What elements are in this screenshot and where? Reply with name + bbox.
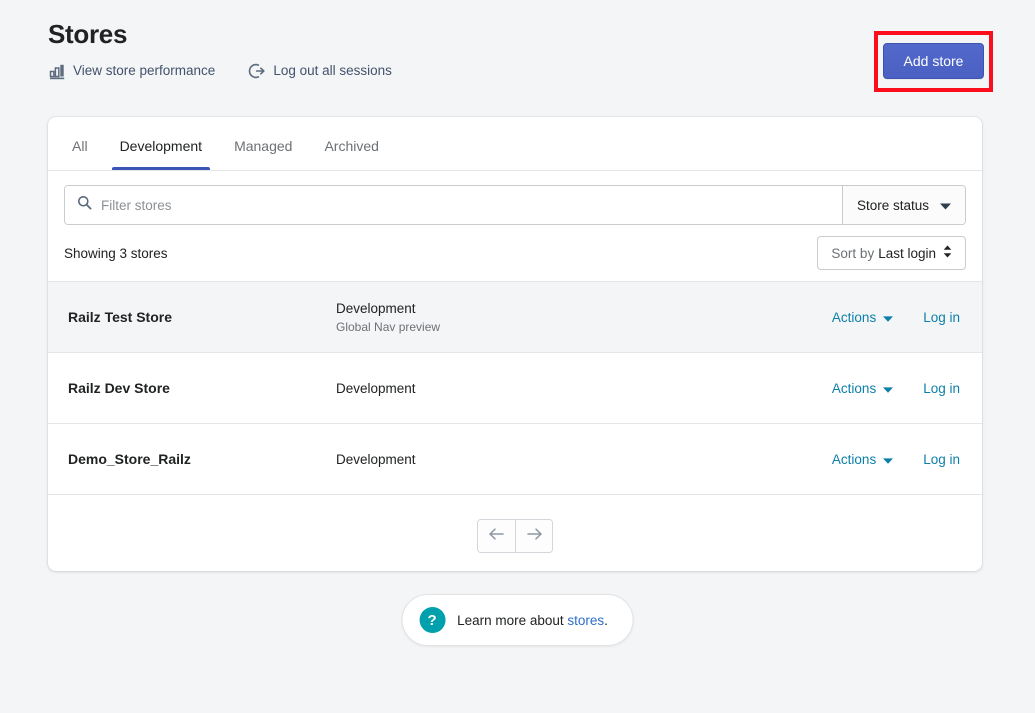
table-row[interactable]: Demo_Store_Railz Development Actions Log… <box>48 423 982 494</box>
log-in-link[interactable]: Log in <box>923 381 960 396</box>
store-row-actions: Actions Log in <box>832 310 960 325</box>
store-plan-title: Development <box>336 380 416 396</box>
actions-label: Actions <box>831 309 877 325</box>
store-plan-title: Development <box>336 300 416 316</box>
question-mark-icon: ? <box>419 607 446 633</box>
view-store-performance-link[interactable]: View store performance <box>48 62 215 80</box>
chevron-down-icon <box>940 198 951 213</box>
tab-managed[interactable]: Managed <box>218 136 308 170</box>
sort-by-value: Last login <box>878 245 936 261</box>
tab-archived[interactable]: Archived <box>308 136 394 170</box>
store-name: Railz Test Store <box>68 309 172 325</box>
store-row-actions: Actions Log in <box>832 452 960 467</box>
chevron-down-icon <box>883 310 894 325</box>
filter-row: Store status <box>64 185 966 225</box>
store-filter-tabs: All Development Managed Archived <box>48 117 982 171</box>
learn-more-prefix: Learn more about <box>457 612 568 628</box>
sort-by-prefix: Sort by <box>831 245 875 261</box>
store-status-dropdown[interactable]: Store status <box>841 186 965 224</box>
store-plan: Development <box>336 450 832 469</box>
log-out-all-sessions-link[interactable]: Log out all sessions <box>248 62 392 80</box>
store-status-label: Store status <box>856 197 929 213</box>
table-row[interactable]: Railz Test Store Development Global Nav … <box>48 281 982 352</box>
chevron-down-icon <box>883 452 894 467</box>
store-plan-subtitle: Global Nav preview <box>336 319 441 334</box>
header-links: View store performance Log out all sessi… <box>48 62 987 80</box>
store-plan: Development Global Nav preview <box>336 299 832 336</box>
pagination-next-button[interactable] <box>515 520 552 552</box>
sort-by-dropdown[interactable]: Sort by Last login <box>817 236 966 270</box>
arrow-left-icon <box>488 527 505 546</box>
arrow-right-icon <box>526 527 543 546</box>
tab-all[interactable]: All <box>56 136 104 170</box>
page-title: Stores <box>48 19 128 49</box>
search-icon <box>77 195 92 215</box>
actions-dropdown[interactable]: Actions <box>831 309 894 325</box>
tab-development[interactable]: Development <box>104 136 219 170</box>
search-input[interactable] <box>101 197 830 213</box>
pagination-bar <box>48 494 982 571</box>
chevron-down-icon <box>883 381 894 396</box>
stores-link[interactable]: stores <box>567 613 604 628</box>
actions-dropdown[interactable]: Actions <box>831 451 894 467</box>
store-row-actions: Actions Log in <box>832 381 960 396</box>
page-header: Stores View store performance Log out al… <box>48 18 987 98</box>
list-controls-row: Showing 3 stores Sort by Last login <box>48 225 982 281</box>
learn-more-suffix: . <box>604 612 608 628</box>
logout-icon <box>248 62 266 80</box>
view-store-performance-label: View store performance <box>73 63 216 78</box>
log-in-link[interactable]: Log in <box>923 310 960 325</box>
pagination-controls <box>477 519 553 553</box>
search-box[interactable] <box>65 186 842 224</box>
store-name: Demo_Store_Railz <box>68 451 191 467</box>
add-store-button[interactable]: Add store <box>883 43 984 79</box>
log-in-link[interactable]: Log in <box>923 452 960 467</box>
learn-more-pill: ? Learn more about stores. <box>401 594 634 646</box>
table-row[interactable]: Railz Dev Store Development Actions Log … <box>48 352 982 423</box>
learn-more-text: Learn more about stores. <box>457 613 608 628</box>
showing-count-text: Showing 3 stores <box>64 245 168 261</box>
actions-label: Actions <box>831 380 877 396</box>
store-plan-title: Development <box>336 451 416 467</box>
stores-card: All Development Managed Archived Store s… <box>48 117 982 571</box>
bar-chart-icon <box>48 62 66 80</box>
actions-dropdown[interactable]: Actions <box>831 380 894 396</box>
store-name: Railz Dev Store <box>68 380 170 396</box>
log-out-all-sessions-label: Log out all sessions <box>273 63 392 78</box>
sort-updown-icon <box>943 245 952 261</box>
store-plan: Development <box>336 379 832 398</box>
pagination-previous-button[interactable] <box>478 520 515 552</box>
actions-label: Actions <box>831 451 877 467</box>
